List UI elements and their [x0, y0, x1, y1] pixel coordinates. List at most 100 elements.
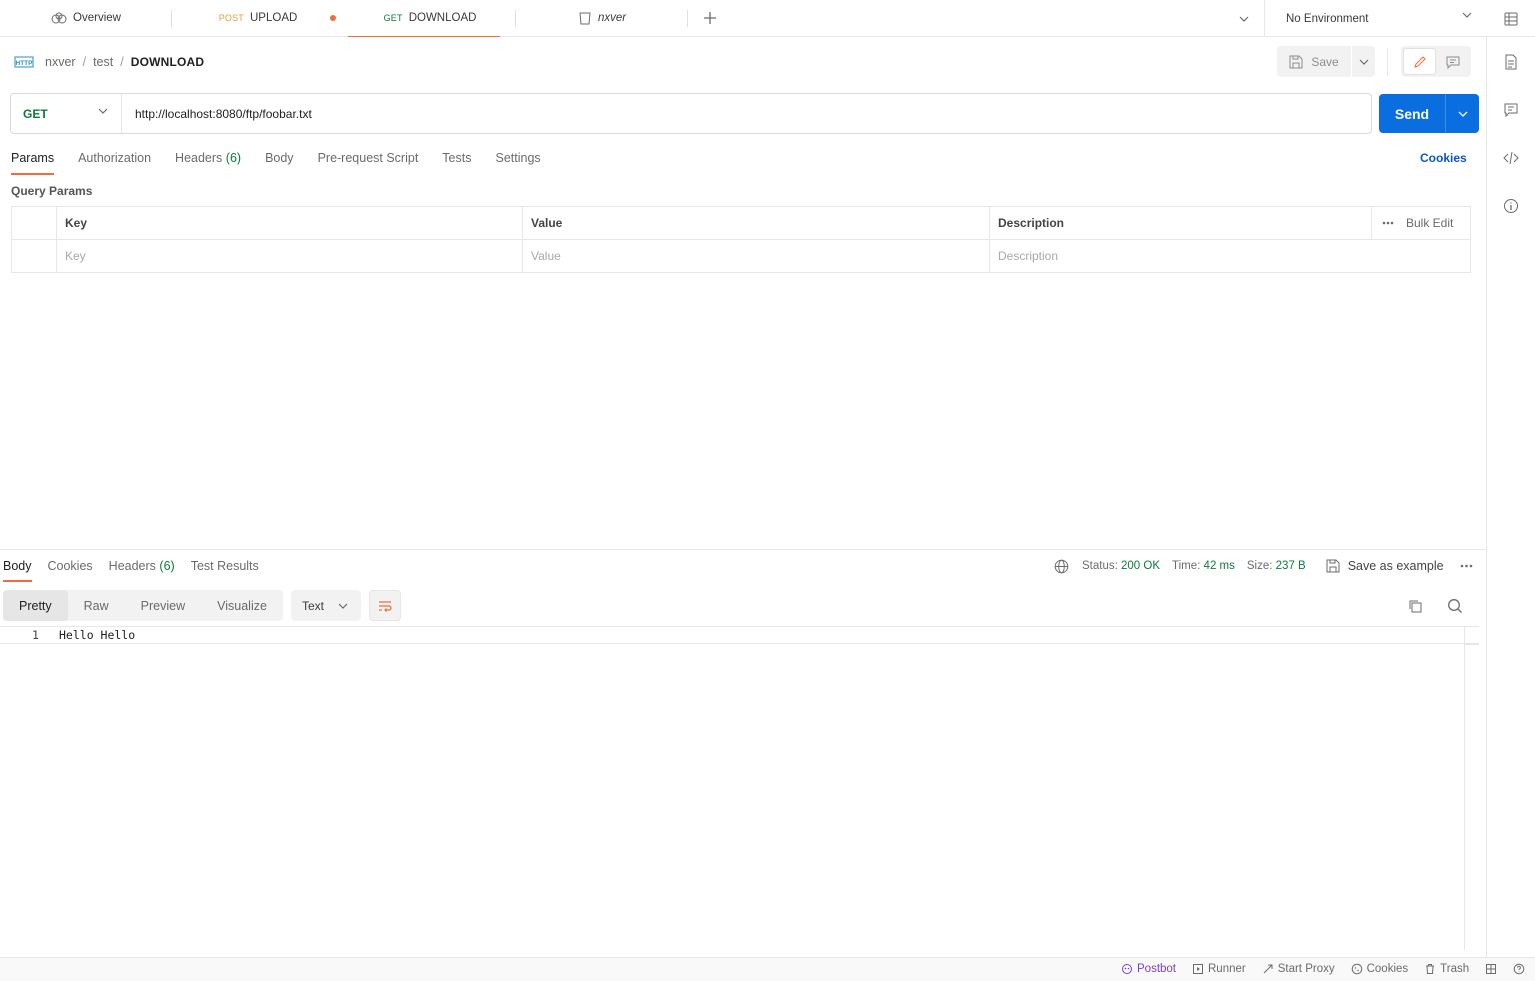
- status-label: Status:: [1082, 560, 1118, 572]
- search-icon[interactable]: [1445, 596, 1465, 616]
- response-body-text[interactable]: Hello Hello: [59, 628, 135, 642]
- toolbar-divider: [1387, 48, 1388, 76]
- tab-nxver[interactable]: nxver: [516, 0, 688, 36]
- value-input[interactable]: Value: [522, 239, 990, 273]
- save-button[interactable]: Save: [1277, 46, 1351, 77]
- send-options-chevron-down-icon[interactable]: [1445, 94, 1479, 133]
- breadcrumb-collection[interactable]: nxver: [45, 55, 76, 69]
- format-pretty[interactable]: Pretty: [3, 590, 68, 621]
- response-tab-headers[interactable]: Headers (6): [109, 556, 175, 582]
- format-visualize[interactable]: Visualize: [201, 590, 283, 621]
- help-icon[interactable]: [1513, 963, 1525, 975]
- tab-download[interactable]: GET DOWNLOAD: [344, 0, 516, 37]
- breadcrumb-separator: /: [82, 55, 87, 69]
- format-raw[interactable]: Raw: [68, 590, 125, 621]
- status-value[interactable]: 200 OK: [1121, 560, 1160, 572]
- cookies-button[interactable]: Cookies: [1351, 963, 1408, 975]
- response-more-options-icon[interactable]: [1460, 564, 1473, 568]
- bulk-edit-cell: Bulk Edit: [1371, 206, 1471, 240]
- code-icon[interactable]: [1500, 147, 1522, 169]
- save-as-example-label: Save as example: [1347, 559, 1444, 573]
- breadcrumb-separator: /: [120, 55, 124, 69]
- tab-params[interactable]: Params: [11, 148, 55, 175]
- environment-quick-look-icon[interactable]: [1500, 8, 1522, 30]
- copy-icon[interactable]: [1405, 596, 1425, 616]
- save-as-example-button[interactable]: Save as example: [1326, 559, 1444, 573]
- breadcrumb-folder[interactable]: test: [93, 55, 113, 69]
- tab-authorization[interactable]: Authorization: [78, 148, 151, 175]
- response-meta: Status: 200 OK Time: 42 ms Size: 237 B S…: [1054, 558, 1473, 574]
- save-button-group: Save: [1277, 46, 1375, 77]
- row-checkbox-cell: [11, 239, 57, 273]
- comments-icon[interactable]: [1500, 99, 1522, 121]
- response-tab-body[interactable]: Body: [3, 556, 32, 582]
- checkbox-column-header: [11, 206, 57, 240]
- more-options-icon[interactable]: [1382, 221, 1394, 225]
- http-request-icon: HTTP: [14, 52, 34, 72]
- tab-label: DOWNLOAD: [408, 12, 477, 24]
- size-value[interactable]: 237 B: [1276, 560, 1306, 572]
- response-body-editor[interactable]: 1 Hello Hello: [0, 626, 1479, 644]
- key-input[interactable]: Key: [56, 239, 523, 273]
- bulk-edit-button[interactable]: Bulk Edit: [1406, 216, 1453, 230]
- save-label: Save: [1311, 54, 1339, 69]
- cookies-link[interactable]: Cookies: [1420, 151, 1467, 165]
- network-globe-icon[interactable]: [1054, 559, 1069, 574]
- postbot-button[interactable]: Postbot: [1121, 963, 1176, 975]
- tab-upload[interactable]: POST UPLOAD: [172, 0, 344, 36]
- headers-count: (6): [225, 151, 242, 165]
- tab-tests[interactable]: Tests: [442, 148, 471, 175]
- response-pane-divider[interactable]: [0, 549, 1486, 550]
- method-select[interactable]: GET: [11, 94, 122, 133]
- status-bar: Postbot Runner Start Proxy Cookies Trash: [0, 957, 1535, 981]
- size-label: Size:: [1246, 560, 1273, 572]
- description-input[interactable]: Description: [989, 239, 1471, 273]
- value-column-header: Value: [522, 206, 990, 240]
- edit-pencil-icon[interactable]: [1403, 48, 1436, 75]
- runner-icon: [1192, 963, 1204, 975]
- svg-text:HTTP: HTTP: [16, 60, 34, 67]
- tab-body[interactable]: Body: [265, 148, 294, 175]
- method-badge: GET: [383, 13, 403, 23]
- tab-headers[interactable]: Headers (6): [175, 148, 241, 175]
- response-tab-cookies[interactable]: Cookies: [48, 556, 93, 582]
- table-header-row: Key Value Description Bulk Edit: [11, 206, 1471, 240]
- line-number: 1: [32, 628, 39, 642]
- url-input[interactable]: http://localhost:8080/ftp/foobar.txt: [122, 107, 312, 121]
- documentation-icon[interactable]: [1500, 51, 1522, 73]
- info-icon[interactable]: [1500, 195, 1522, 217]
- tab-overview[interactable]: Overview: [0, 0, 172, 36]
- tab-pre-request-script[interactable]: Pre-request Script: [318, 148, 419, 175]
- query-params-table: Key Value Description Bulk Edit Key Valu…: [11, 206, 1471, 273]
- start-proxy-button[interactable]: Start Proxy: [1262, 963, 1335, 975]
- send-button[interactable]: Send: [1379, 94, 1445, 133]
- tab-settings[interactable]: Settings: [495, 148, 540, 175]
- comment-mode-icon[interactable]: [1436, 48, 1469, 75]
- format-preview[interactable]: Preview: [125, 590, 201, 621]
- request-name[interactable]: DOWNLOAD: [131, 55, 205, 69]
- time-label: Time:: [1172, 560, 1201, 572]
- unsaved-dot-icon: [330, 15, 336, 21]
- content-type-select[interactable]: Text: [290, 590, 361, 621]
- editor-scrollbar[interactable]: [1464, 626, 1479, 950]
- trash-icon: [1424, 963, 1436, 975]
- overview-icon: [51, 12, 67, 24]
- tabs-overflow-chevron-down-icon[interactable]: [1232, 0, 1256, 37]
- new-tab-plus-icon[interactable]: [688, 0, 732, 36]
- response-tab-test-results[interactable]: Test Results: [191, 556, 259, 582]
- save-options-chevron-down-icon[interactable]: [1351, 46, 1375, 77]
- layout-toggle-icon[interactable]: [1485, 963, 1497, 975]
- response-headers-count: (6): [159, 559, 175, 573]
- send-button-group: Send: [1379, 94, 1479, 133]
- time-value[interactable]: 42 ms: [1204, 560, 1235, 572]
- breadcrumb: HTTP nxver / test / DOWNLOAD: [14, 50, 204, 74]
- environment-selector[interactable]: No Environment: [1264, 0, 1486, 37]
- runner-button[interactable]: Runner: [1192, 963, 1246, 975]
- trash-button[interactable]: Trash: [1424, 963, 1469, 975]
- format-mode-segmented: Pretty Raw Preview Visualize: [3, 590, 283, 621]
- description-column-header: Description: [989, 206, 1372, 240]
- wrap-lines-icon[interactable]: [368, 590, 401, 621]
- method-value: GET: [23, 106, 48, 121]
- proxy-icon: [1262, 963, 1274, 975]
- request-tabs: Params Authorization Headers (6) Body Pr…: [11, 148, 541, 175]
